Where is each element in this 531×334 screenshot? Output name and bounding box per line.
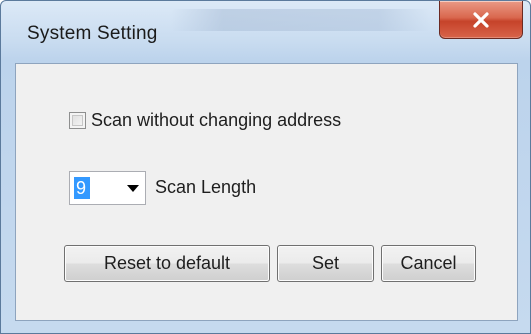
scan-length-label: Scan Length bbox=[155, 177, 257, 197]
scan-without-changing-address-option[interactable]: Scan without changing address bbox=[69, 110, 341, 131]
close-button[interactable] bbox=[439, 1, 523, 39]
system-setting-dialog: System Setting Scan without changing add… bbox=[0, 0, 531, 334]
scan-length-value: 9 bbox=[74, 177, 90, 199]
scan-without-changing-address-checkbox[interactable] bbox=[69, 112, 86, 129]
reset-to-default-button[interactable]: Reset to default bbox=[64, 245, 270, 282]
set-button[interactable]: Set bbox=[277, 245, 374, 282]
dialog-body: Scan without changing address 9 Scan Len… bbox=[15, 63, 518, 321]
scan-without-changing-address-label: Scan without changing address bbox=[91, 110, 342, 130]
dialog-title: System Setting bbox=[27, 23, 158, 44]
scan-length-dropdown[interactable]: 9 bbox=[69, 171, 146, 205]
dropdown-arrow-icon[interactable] bbox=[127, 185, 139, 192]
cancel-button[interactable]: Cancel bbox=[381, 245, 476, 282]
background-window-blur bbox=[171, 9, 431, 31]
close-icon bbox=[473, 11, 489, 28]
